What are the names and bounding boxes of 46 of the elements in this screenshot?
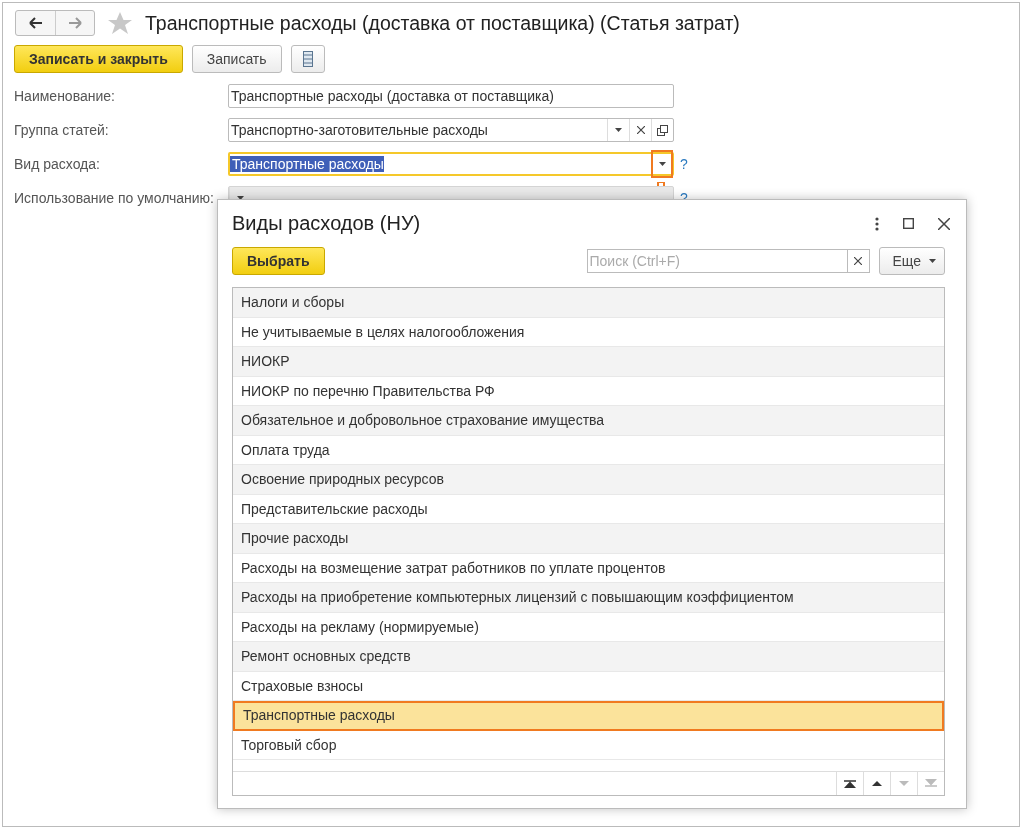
close-icon[interactable]	[938, 217, 950, 230]
list-button[interactable]	[290, 45, 325, 73]
down-triangle-icon	[898, 779, 910, 788]
down-triangle-icon	[925, 779, 937, 788]
dialog-title: Виды расходов (НУ)	[232, 212, 421, 235]
input-field[interactable]: Транспортно-заготовительные расходы	[228, 118, 674, 142]
star-icon[interactable]	[107, 11, 133, 35]
list-item[interactable]: Прочие расходы	[233, 524, 944, 554]
more-button[interactable]: Еще	[878, 247, 945, 275]
caret-icon	[615, 128, 622, 132]
field-label: Использование по умолчанию:	[14, 190, 215, 206]
search-field[interactable]: Поиск (Ctrl+F)	[586, 249, 848, 273]
field-value: Транспортно-заготовительные расходы	[230, 122, 489, 138]
more-icon[interactable]	[875, 216, 879, 231]
save-button[interactable]: Записать	[191, 45, 282, 73]
list-item[interactable]: Торговый сбор	[233, 730, 944, 760]
open-icon	[657, 124, 668, 136]
help-link[interactable]: ?	[680, 156, 688, 172]
caret-icon	[658, 162, 666, 166]
close-icon	[854, 257, 862, 265]
select-button[interactable]: Выбрать	[232, 247, 325, 275]
list-item[interactable]: Налоги и сборы	[233, 288, 944, 318]
field-value: Транспортные расходы (доставка от поставщика)	[230, 88, 555, 104]
clear-button[interactable]	[847, 249, 870, 273]
maximize-icon[interactable]	[903, 218, 914, 229]
up-triangle-icon	[844, 779, 856, 788]
list-icon	[302, 51, 313, 67]
list-item[interactable]: Расходы на приобретение компьютерных лицензий с повышающим коэффициентом	[233, 583, 944, 613]
caret-icon	[929, 259, 936, 263]
field-value: Транспортные расходы	[230, 156, 384, 172]
list-item[interactable]: Освоение природных ресурсов	[233, 465, 944, 495]
field-label: Вид расхода:	[14, 156, 101, 172]
field-label: Наименование:	[14, 88, 116, 104]
list-item[interactable]: Обязательное и добровольное страхование имущества	[233, 406, 944, 436]
left-arrow-icon	[28, 17, 43, 29]
up-triangle-icon	[871, 779, 883, 788]
field-label: Группа статей:	[14, 122, 110, 138]
input-field[interactable]: Транспортные расходы (доставка от поставщика)	[228, 84, 674, 108]
list-item[interactable]: Ремонт основных средств	[233, 642, 944, 672]
list-item[interactable]: НИОКР	[233, 347, 944, 377]
list-item[interactable]: Транспортные расходы	[233, 701, 944, 731]
right-arrow-icon	[68, 17, 82, 29]
save-and-close-button[interactable]: Записать и закрыть	[14, 45, 183, 73]
window-title: Транспортные расходы (доставка от поставщика) (Статья затрат)	[145, 11, 740, 35]
dropdown-button[interactable]	[651, 150, 673, 178]
close-icon	[636, 126, 645, 134]
